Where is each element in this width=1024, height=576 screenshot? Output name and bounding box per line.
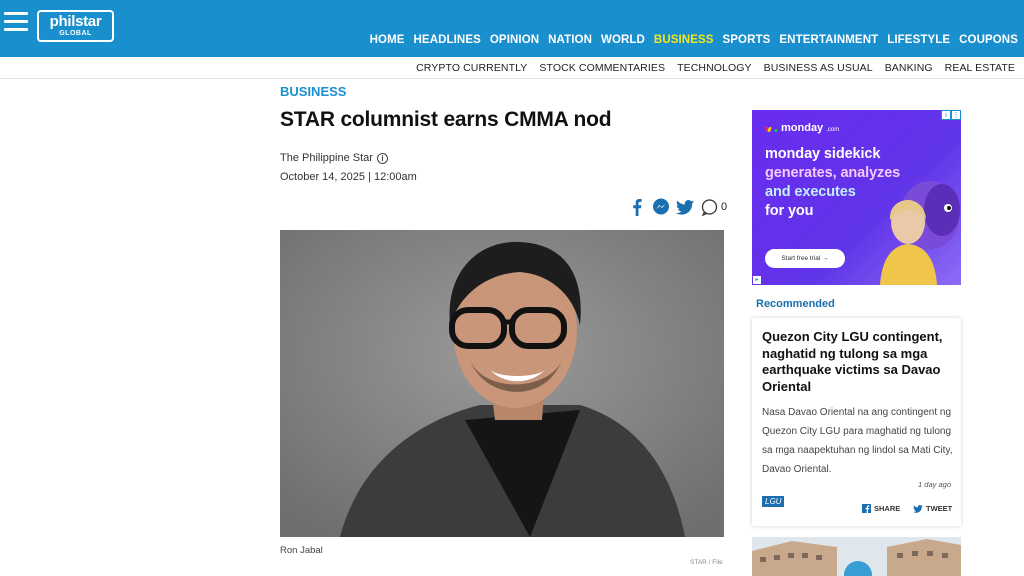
nav-entertainment[interactable]: ENTERTAINMENT xyxy=(779,34,878,46)
photo-caption: Ron Jabal xyxy=(280,545,323,556)
card-share-button[interactable]: SHARE xyxy=(862,504,900,513)
subnav-banking[interactable]: BANKING xyxy=(885,62,933,74)
facebook-icon[interactable] xyxy=(628,198,646,216)
nav-business[interactable]: BUSINESS xyxy=(654,34,714,46)
ad-brand-suffix: .com xyxy=(826,126,840,133)
recommended-card[interactable]: Quezon City LGU contingent, naghatid ng … xyxy=(752,318,961,526)
article-source: The Philippine Star i xyxy=(280,152,388,164)
sub-nav: CRYPTO CURRENTLY STOCK COMMENTARIES TECHNO… xyxy=(416,62,1015,74)
advertisement[interactable]: i ⋮ monday .com monday sidekick generate… xyxy=(752,110,961,285)
nav-coupons[interactable]: COUPONS xyxy=(959,34,1018,46)
card-tweet-button[interactable]: TWEET xyxy=(913,504,952,513)
portrait-illustration xyxy=(280,230,724,537)
ad-corner-icon: ▸ xyxy=(753,276,761,284)
card-time-ago: 1 day ago xyxy=(918,480,951,489)
nav-opinion[interactable]: OPINION xyxy=(490,34,539,46)
nav-nation[interactable]: NATION xyxy=(548,34,592,46)
facebook-icon xyxy=(862,504,871,513)
main-nav: HOME HEADLINES OPINION NATION WORLD BUSINESS S… xyxy=(370,34,1018,46)
nav-home[interactable]: HOME xyxy=(370,34,405,46)
nav-world[interactable]: WORLD xyxy=(601,34,645,46)
photo-credit: STAR / File xyxy=(690,559,723,566)
card-body: Nasa Davao Oriental na ang contingent ng… xyxy=(762,407,953,475)
top-bar: philstar GLOBAL HOME HEADLINES OPINION NATI… xyxy=(0,0,1024,57)
card-title[interactable]: Quezon City LGU contingent, naghatid ng … xyxy=(762,329,952,395)
card-tweet-label: TWEET xyxy=(926,504,953,513)
article-photo xyxy=(280,230,724,537)
menu-icon[interactable] xyxy=(4,12,28,34)
card-share-label: SHARE xyxy=(874,504,901,513)
divider xyxy=(0,78,1024,79)
ad-line-4: for you xyxy=(765,203,814,219)
building-illustration xyxy=(752,537,961,576)
article-date: October 14, 2025 | 12:00am xyxy=(280,171,417,183)
ad-brand: monday .com xyxy=(766,122,839,134)
article-headline: STAR columnist earns CMMA nod xyxy=(280,108,612,131)
info-icon[interactable]: i xyxy=(376,152,388,164)
source-name: The Philippine Star xyxy=(280,152,373,164)
ad-close-icon[interactable]: ⋮ xyxy=(951,110,961,120)
card-tag[interactable]: LGU xyxy=(762,496,785,507)
adchoices-icon[interactable]: i xyxy=(941,110,951,120)
ad-line-2: generates, analyzes xyxy=(765,165,901,181)
subnav-crypto-currently[interactable]: CRYPTO CURRENTLY xyxy=(416,62,527,74)
ad-line-1: monday sidekick xyxy=(765,146,881,162)
ad-person-illustration xyxy=(880,181,960,285)
nav-sports[interactable]: SPORTS xyxy=(723,34,771,46)
ad-line-3: and executes xyxy=(765,184,856,200)
ad-cta-button[interactable]: Start free trial → xyxy=(765,249,845,268)
philstar-logo[interactable]: philstar GLOBAL xyxy=(37,10,114,42)
subnav-technology[interactable]: TECHNOLOGY xyxy=(677,62,752,74)
share-bar: 0 xyxy=(628,198,727,216)
twitter-icon xyxy=(913,504,923,513)
messenger-icon[interactable] xyxy=(652,198,670,216)
nav-lifestyle[interactable]: LIFESTYLE xyxy=(887,34,950,46)
recommended-thumbnail[interactable] xyxy=(752,537,961,576)
comment-icon[interactable] xyxy=(700,198,718,216)
logo-subtext: GLOBAL xyxy=(59,30,92,37)
monday-logo-icon xyxy=(766,127,778,132)
logo-text: philstar xyxy=(49,13,102,30)
ad-badges: i ⋮ xyxy=(941,110,961,120)
twitter-icon[interactable] xyxy=(676,198,694,216)
subnav-real-estate[interactable]: REAL ESTATE xyxy=(945,62,1015,74)
nav-headlines[interactable]: HEADLINES xyxy=(414,34,481,46)
comment-count: 0 xyxy=(721,201,728,213)
ad-brand-name: monday xyxy=(781,122,824,134)
subnav-stock-commentaries[interactable]: STOCK COMMENTARIES xyxy=(539,62,665,74)
section-label[interactable]: BUSINESS xyxy=(280,84,346,99)
recommended-heading: Recommended xyxy=(756,298,835,310)
subnav-business-as-usual[interactable]: BUSINESS AS USUAL xyxy=(764,62,873,74)
